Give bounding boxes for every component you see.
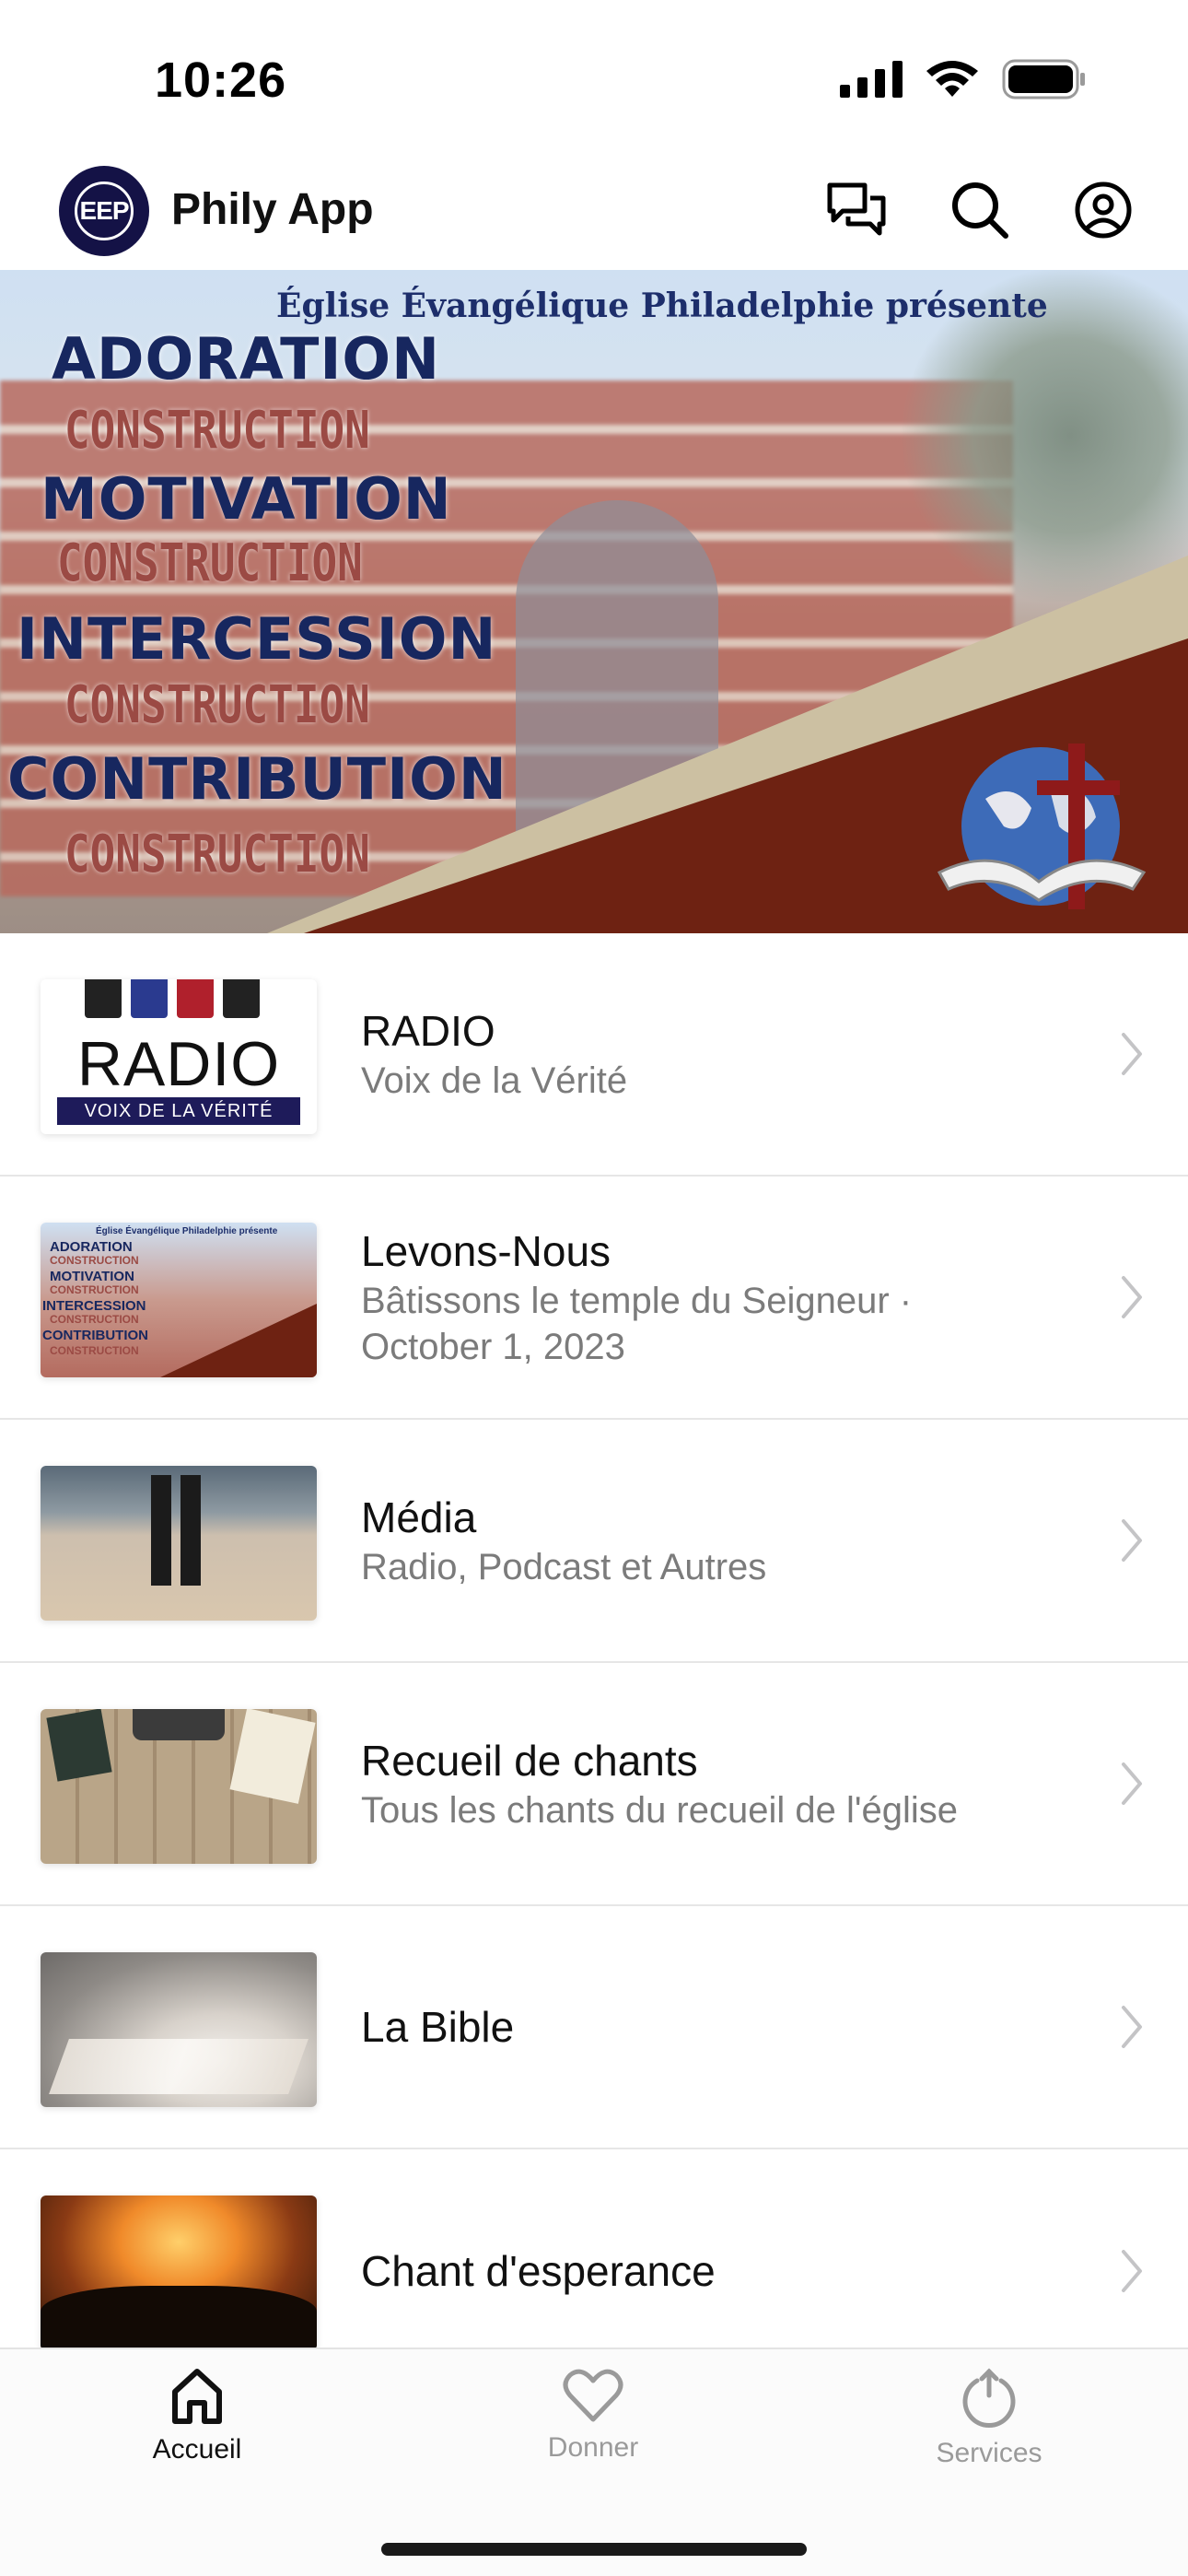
thumb-word: CONSTRUCTION [50, 1254, 139, 1267]
recueil-thumbnail [41, 1709, 317, 1864]
thumb-word: MOTIVATION [50, 1269, 134, 1284]
radio-thumbnail-tag: VOIX DE LA VÉRITÉ [57, 1097, 300, 1125]
list-item-levons-nous[interactable]: Église Évangélique Philadelphie présente… [0, 1177, 1188, 1420]
list-item-subtitle: Bâtissons le temple du Seigneur · Octobe… [361, 1281, 913, 1367]
chat-button[interactable] [823, 177, 890, 243]
home-icon [172, 2369, 222, 2424]
list-item-radio[interactable]: RADIO VOIX DE LA VÉRITÉ RADIO Voix de la… [0, 933, 1188, 1177]
thumb-word: CONSTRUCTION [50, 1313, 139, 1326]
search-icon [952, 182, 1008, 239]
levons-nous-thumbnail: Église Évangélique Philadelphie présente… [41, 1223, 317, 1377]
banner-word: CONSTRUCTION [64, 825, 370, 884]
tab-accueil[interactable]: Accueil [77, 2368, 317, 2465]
header-actions [823, 177, 1136, 243]
status-icons [840, 59, 1087, 100]
cellular-signal-icon [840, 61, 903, 98]
thumb-word: INTERCESSION [42, 1298, 146, 1314]
list-item-la-bible[interactable]: La Bible [0, 1906, 1188, 2149]
radio-logo-bars [85, 979, 260, 1018]
profile-icon [1075, 181, 1132, 239]
battery-icon [1002, 59, 1085, 100]
list-item-title: RADIO [361, 1007, 495, 1055]
radio-thumbnail: RADIO VOIX DE LA VÉRITÉ [41, 979, 317, 1134]
banner-word: CONTRIBUTION [7, 745, 507, 813]
banner-word: CONSTRUCTION [64, 401, 370, 461]
list-item-title: Chant d'esperance [361, 2247, 716, 2295]
chevron-right-icon [1122, 1276, 1142, 1318]
status-time: 10:26 [155, 53, 287, 108]
app-title: Phily App [171, 185, 374, 234]
tab-label: Donner [547, 2432, 639, 2463]
heart-icon [563, 2369, 623, 2422]
globe-bible-cross-logo [937, 744, 1147, 909]
chat-icon [827, 182, 886, 236]
thumb-word: CONSTRUCTION [50, 1283, 139, 1296]
list-item-subtitle: Tous les chants du recueil de l'église [361, 1790, 959, 1831]
bible-thumbnail [41, 1952, 317, 2107]
tab-label: Accueil [152, 2434, 242, 2465]
hero-banner[interactable]: Église Évangélique Philadelphie présente… [0, 270, 1188, 933]
chevron-right-icon [1122, 1033, 1142, 1075]
banner-presents-text: Église Évangélique Philadelphie présente [276, 287, 1048, 325]
thumb-word: CONSTRUCTION [50, 1344, 139, 1357]
list-item-recueil-de-chants[interactable]: Recueil de chants Tous les chants du rec… [0, 1663, 1188, 1906]
tab-services[interactable]: Services [869, 2368, 1109, 2469]
thumb-presents-text: Église Évangélique Philadelphie présente [96, 1226, 278, 1236]
tab-label: Services [936, 2438, 1042, 2468]
banner-word: ADORATION [52, 325, 441, 392]
home-indicator[interactable] [381, 2543, 807, 2556]
chant-esperance-thumbnail [41, 2195, 317, 2350]
list-item-media[interactable]: Média Radio, Podcast et Autres [0, 1420, 1188, 1663]
app-logo-text: EEP [75, 181, 134, 240]
home-menu-list: RADIO VOIX DE LA VÉRITÉ RADIO Voix de la… [0, 933, 1188, 2393]
app-header: EEP Phily App [0, 157, 1188, 271]
chevron-right-icon [1122, 2250, 1142, 2292]
media-thumbnail [41, 1466, 317, 1621]
banner-word: CONSTRUCTION [64, 675, 370, 735]
profile-button[interactable] [1070, 177, 1136, 243]
chevron-right-icon [1122, 1519, 1142, 1562]
banner-word: CONSTRUCTION [57, 533, 363, 593]
banner-word: INTERCESSION [17, 605, 497, 673]
banner-word: MOTIVATION [41, 465, 452, 533]
chevron-right-icon [1122, 2006, 1142, 2048]
list-item-title: Levons-Nous [361, 1227, 611, 1275]
wifi-icon [926, 61, 978, 97]
app-logo[interactable]: EEP [59, 166, 149, 256]
thumb-word: ADORATION [50, 1239, 133, 1255]
power-icon [962, 2368, 1016, 2428]
search-button[interactable] [947, 177, 1013, 243]
list-item-title: Média [361, 1493, 477, 1541]
list-item-title: Recueil de chants [361, 1737, 698, 1785]
bottom-tab-bar: Accueil Donner Services [0, 2348, 1188, 2576]
tab-donner[interactable]: Donner [473, 2368, 713, 2464]
list-item-title: La Bible [361, 2003, 515, 2051]
list-item-subtitle: Voix de la Vérité [361, 1060, 628, 1101]
chevron-right-icon [1122, 1762, 1142, 1805]
radio-thumbnail-word: RADIO [76, 1029, 281, 1099]
list-item-subtitle: Radio, Podcast et Autres [361, 1547, 767, 1587]
status-bar: 10:26 [0, 0, 1188, 157]
thumb-word: CONTRIBUTION [42, 1328, 148, 1343]
